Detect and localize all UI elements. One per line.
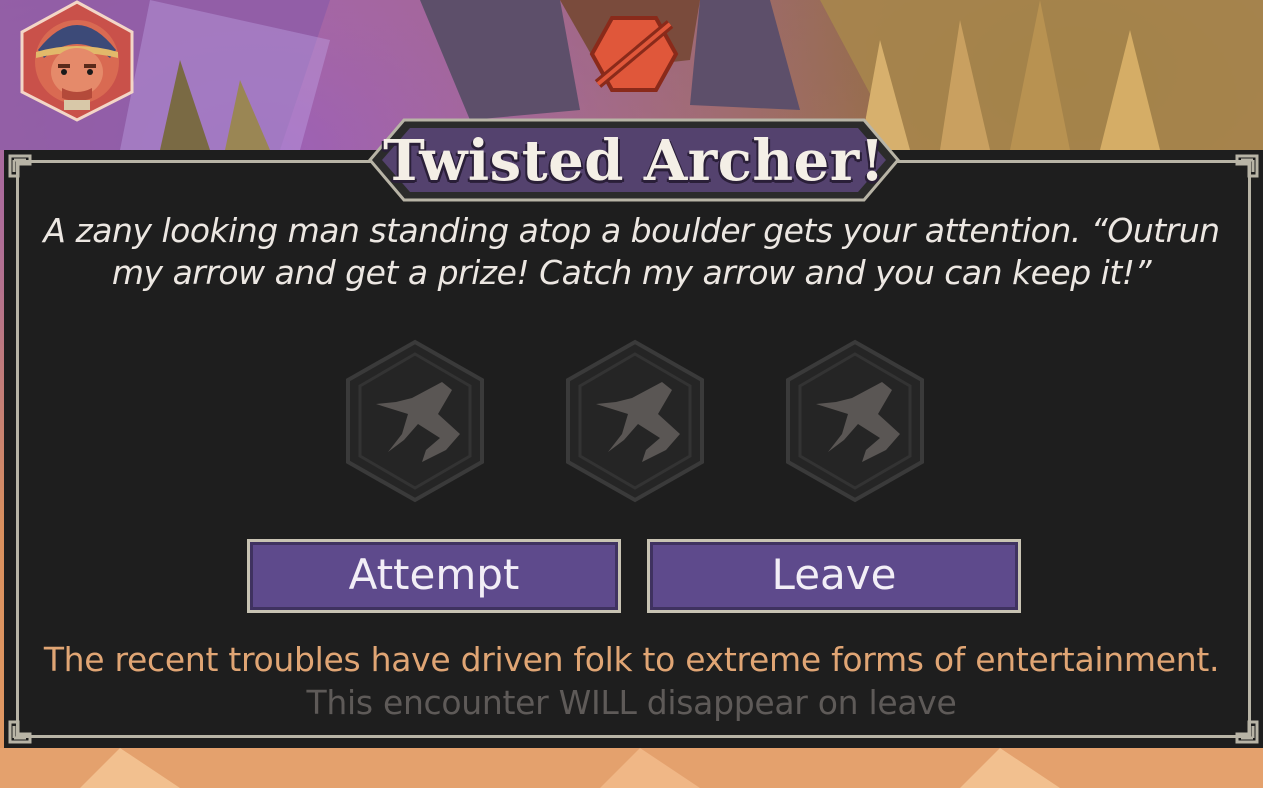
running-figure-icon: [562, 338, 708, 504]
corner-ornament-icon: [1235, 154, 1259, 178]
character-portrait: [14, 0, 140, 122]
attempt-icons-row: [0, 338, 1263, 504]
flavor-text: The recent troubles have driven folk to …: [43, 640, 1220, 679]
warning-text: This encounter WILL disappear on leave: [306, 683, 957, 722]
running-figure-icon: [782, 338, 928, 504]
leave-button[interactable]: Leave: [647, 539, 1021, 613]
encounter-title: Twisted Archer!: [383, 128, 885, 194]
encounter-description: A zany looking man standing atop a bould…: [43, 211, 1220, 292]
cancelled-status-icon: [588, 14, 680, 94]
attempt-button[interactable]: Attempt: [247, 539, 621, 613]
running-figure-icon: [342, 338, 488, 504]
corner-ornament-icon: [8, 154, 32, 178]
title-banner: Twisted Archer!: [368, 118, 900, 202]
